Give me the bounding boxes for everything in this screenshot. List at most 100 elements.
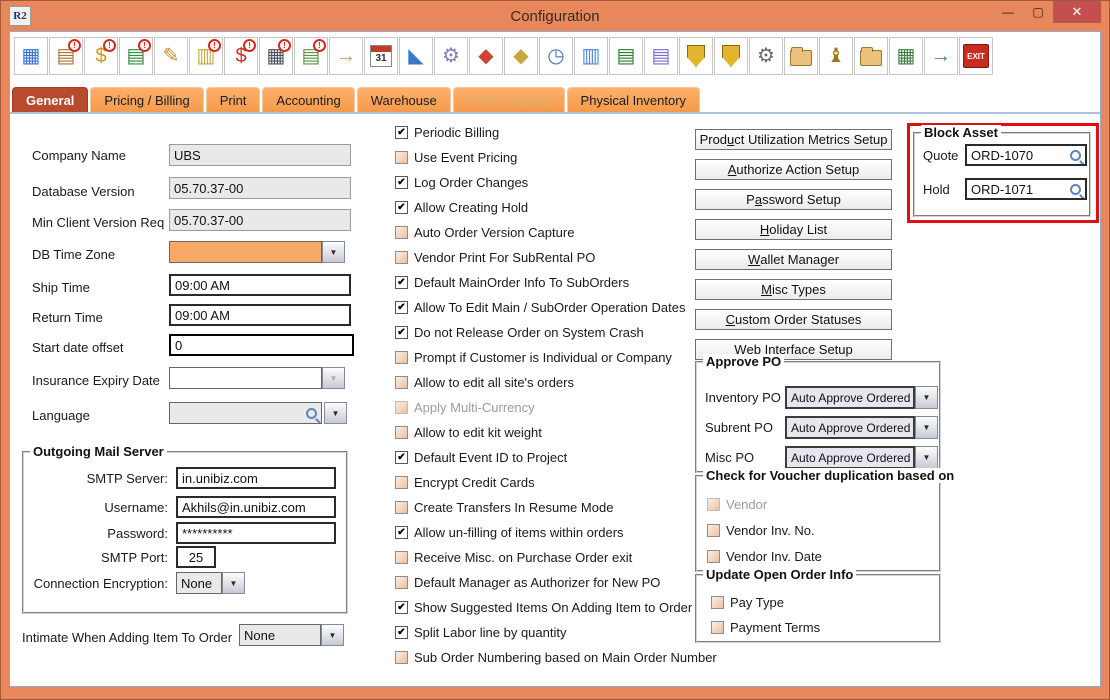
hold-field[interactable]: ORD-1071 [965, 178, 1087, 200]
checkbox-allow-to-edit-all-site-s-orders[interactable]: Allow to edit all site's orders [395, 373, 574, 391]
invoice-icon[interactable]: ▤! [119, 37, 153, 75]
start-date-offset-field[interactable]: 0 [169, 334, 354, 356]
holiday-list-button[interactable]: Holiday List [695, 219, 892, 240]
close-button[interactable]: ✕ [1053, 1, 1101, 23]
checkbox-encrypt-credit-cards[interactable]: Encrypt Credit Cards [395, 473, 535, 491]
tab-print[interactable]: Print [206, 87, 261, 112]
checkbox-prompt-if-customer-is-individual-or-company[interactable]: Prompt if Customer is Individual or Comp… [395, 348, 672, 366]
db-time-zone-dropdown-arrow[interactable]: ▼ [322, 241, 345, 263]
tab-accounting[interactable]: Accounting [262, 87, 354, 112]
settings-icon[interactable]: ⚙ [434, 37, 468, 75]
awards-icon[interactable]: ♝ [819, 37, 853, 75]
tab-warehouse[interactable]: Warehouse [357, 87, 451, 112]
language-field[interactable] [169, 402, 322, 424]
ship-time-field[interactable]: 09:00 AM [169, 274, 351, 296]
subrent-po-select[interactable]: Auto Approve Ordered [785, 416, 915, 439]
calculator-settings-icon[interactable]: ▦ [889, 37, 923, 75]
checkbox-box-icon[interactable]: ✔ [395, 526, 408, 539]
checkbox-vendor-inv-no[interactable]: Vendor Inv. No. [707, 521, 815, 539]
checkbox-receive-misc-on-purchase-order-exit[interactable]: Receive Misc. on Purchase Order exit [395, 548, 632, 566]
checkbox-default-mainorder-info-to-suborders[interactable]: ✔Default MainOrder Info To SubOrders [395, 273, 629, 291]
security-search-icon[interactable] [679, 37, 713, 75]
connection-encryption-dropdown-arrow[interactable]: ▼ [222, 572, 245, 594]
password-setup-button[interactable]: Password Setup [695, 189, 892, 210]
checkbox-split-labor-line-by-quantity[interactable]: ✔Split Labor line by quantity [395, 623, 566, 641]
checkbox-sub-order-numbering-based-on-main-order-number[interactable]: Sub Order Numbering based on Main Order … [395, 648, 717, 666]
checkbox-box-icon[interactable] [395, 576, 408, 589]
checkbox-box-icon[interactable] [395, 151, 408, 164]
document-export-icon[interactable]: → [924, 37, 958, 75]
checkbox-box-icon[interactable] [711, 621, 724, 634]
checkbox-box-icon[interactable] [707, 524, 720, 537]
edit-order-icon[interactable]: ✎ [154, 37, 188, 75]
report-icon[interactable]: ▤! [294, 37, 328, 75]
checkbox-box-icon[interactable]: ✔ [395, 626, 408, 639]
wallet-manager-button[interactable]: Wallet Manager [695, 249, 892, 270]
checkbox-box-icon[interactable]: ✔ [395, 326, 408, 339]
checkbox-payment-terms[interactable]: Payment Terms [711, 618, 820, 636]
connection-encryption-field[interactable]: None [176, 572, 222, 594]
shipping-icon[interactable]: ▤! [49, 37, 83, 75]
quote-field[interactable]: ORD-1070 [965, 144, 1087, 166]
checkbox-allow-creating-hold[interactable]: ✔Allow Creating Hold [395, 198, 528, 216]
order-form-icon[interactable]: ▥! [189, 37, 223, 75]
schedule-icon[interactable]: ▦! [259, 37, 293, 75]
smtp-port-field[interactable]: 25 [176, 546, 216, 568]
inventory-po-dropdown-arrow[interactable]: ▼ [915, 386, 938, 409]
custom-order-statuses-button[interactable]: Custom Order Statuses [695, 309, 892, 330]
checkbox-allow-to-edit-kit-weight[interactable]: Allow to edit kit weight [395, 423, 542, 441]
checkbox-box-icon[interactable] [395, 226, 408, 239]
checkbox-box-icon[interactable] [395, 351, 408, 364]
username-field[interactable]: Akhils@in.unibiz.com [176, 496, 336, 518]
checkbox-log-order-changes[interactable]: ✔Log Order Changes [395, 173, 528, 191]
checkbox-allow-to-edit-main-suborder-operation-dates[interactable]: ✔Allow To Edit Main / SubOrder Operation… [395, 298, 685, 316]
time-tag-icon[interactable]: ◷ [539, 37, 573, 75]
assets-icon[interactable]: ◆ [469, 37, 503, 75]
tab-general[interactable]: General [12, 87, 88, 112]
misc-types-button[interactable]: Misc Types [695, 279, 892, 300]
form-edit-icon[interactable]: ▥ [574, 37, 608, 75]
checkbox-box-icon[interactable]: ✔ [395, 276, 408, 289]
tab-physical-inventory[interactable]: Physical Inventory [567, 87, 701, 112]
insurance-expiry-field[interactable] [169, 367, 322, 389]
security-user-icon[interactable] [714, 37, 748, 75]
checkbox-box-icon[interactable] [395, 376, 408, 389]
document-share-icon[interactable]: ▤ [644, 37, 678, 75]
quote-search-icon[interactable] [1070, 150, 1081, 161]
smtp-server-field[interactable]: in.unibiz.com [176, 467, 336, 489]
maintenance-icon[interactable]: ⚙ [749, 37, 783, 75]
checkbox-box-icon[interactable] [395, 651, 408, 664]
save-icon[interactable]: ▦ [14, 37, 48, 75]
checkbox-box-icon[interactable]: ✔ [395, 601, 408, 614]
authorize-action-setup-button[interactable]: Authorize Action Setup [695, 159, 892, 180]
checkbox-box-icon[interactable] [395, 501, 408, 514]
checkbox-box-icon[interactable]: ✔ [395, 126, 408, 139]
checkbox-vendor-print-for-subrental-po[interactable]: Vendor Print For SubRental PO [395, 248, 595, 266]
maximize-button[interactable]: ▢ [1023, 1, 1053, 23]
checkbox-pay-type[interactable]: Pay Type [711, 593, 784, 611]
subrent-po-dropdown-arrow[interactable]: ▼ [915, 416, 938, 439]
db-time-zone-field[interactable] [169, 241, 322, 263]
calendar-icon[interactable]: 31 [364, 37, 398, 75]
intimate-dropdown-arrow[interactable]: ▼ [321, 624, 344, 646]
checkbox-do-not-release-order-on-system-crash[interactable]: ✔Do not Release Order on System Crash [395, 323, 644, 341]
checkbox-box-icon[interactable] [395, 251, 408, 264]
checkbox-box-icon[interactable] [395, 551, 408, 564]
checkbox-create-transfers-in-resume-mode[interactable]: Create Transfers In Resume Mode [395, 498, 613, 516]
checkbox-auto-order-version-capture[interactable]: Auto Order Version Capture [395, 223, 574, 241]
checkbox-periodic-billing[interactable]: ✔Periodic Billing [395, 123, 499, 141]
search-icon[interactable] [306, 408, 317, 419]
language-dropdown-arrow[interactable]: ▼ [324, 402, 347, 424]
checkbox-box-icon[interactable]: ✔ [395, 451, 408, 464]
product-utilization-metrics-setup-button[interactable]: Product Utilization Metrics Setup [695, 129, 892, 150]
design-icon[interactable]: ◣ [399, 37, 433, 75]
checkbox-box-icon[interactable]: ✔ [395, 201, 408, 214]
intimate-field[interactable]: None [239, 624, 321, 646]
checkbox-default-event-id-to-project[interactable]: ✔Default Event ID to Project [395, 448, 567, 466]
inventory-po-select[interactable]: Auto Approve Ordered [785, 386, 915, 409]
misc-po-dropdown-arrow[interactable]: ▼ [915, 446, 938, 469]
checkbox-box-icon[interactable] [395, 476, 408, 489]
misc-po-select[interactable]: Auto Approve Ordered [785, 446, 915, 469]
price-tag-icon[interactable]: ◆ [504, 37, 538, 75]
hold-search-icon[interactable] [1070, 184, 1081, 195]
